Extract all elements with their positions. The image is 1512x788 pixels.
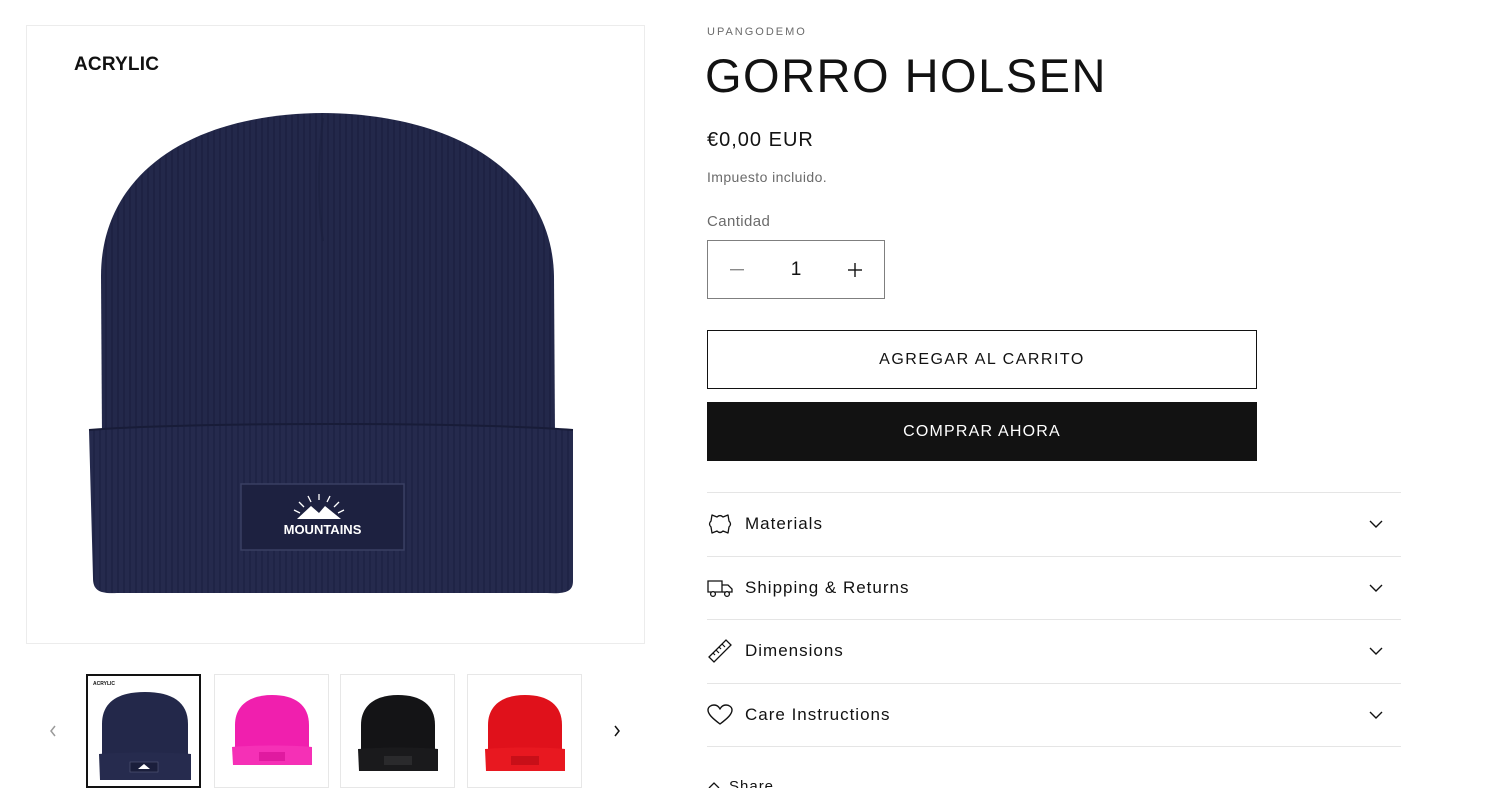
accordion-label: Dimensions <box>745 641 844 661</box>
product-accordion: Materials Shipping & Returns Dimensions … <box>707 492 1401 747</box>
share-label: Share <box>729 778 775 788</box>
buy-now-button[interactable]: COMPRAR AHORA <box>707 402 1257 461</box>
accordion-care[interactable]: Care Instructions <box>707 684 1401 747</box>
product-title: GORRO HOLSEN <box>705 49 1107 102</box>
share-button[interactable]: Share <box>707 778 774 788</box>
quantity-increase-button[interactable] <box>826 241 884 298</box>
tax-note: Impuesto incluido. <box>707 169 828 185</box>
accordion-label: Care Instructions <box>745 704 891 724</box>
accordion-dimensions[interactable]: Dimensions <box>707 620 1401 684</box>
chevron-down-icon <box>1369 584 1383 592</box>
chevron-right-icon <box>614 725 620 737</box>
heart-icon <box>707 702 733 728</box>
quantity-input[interactable] <box>766 241 826 298</box>
chevron-left-icon <box>50 725 56 737</box>
thumbnail-strip: ACRYLIC <box>86 674 596 788</box>
accordion-shipping[interactable]: Shipping & Returns <box>707 557 1401 620</box>
chevron-down-icon <box>1369 647 1383 656</box>
accordion-label: Shipping & Returns <box>745 577 910 597</box>
thumbnail-image <box>99 692 191 780</box>
patch-text: MOUNTAINS <box>284 522 362 537</box>
thumbnail-image <box>232 695 312 765</box>
accordion-label: Materials <box>745 514 823 534</box>
thumbnail-image <box>485 695 565 771</box>
add-to-cart-button[interactable]: AGREGAR AL CARRITO <box>707 330 1257 389</box>
truck-icon <box>707 575 733 601</box>
chevron-down-icon <box>1369 711 1383 719</box>
thumbnail-next-button[interactable] <box>602 716 632 746</box>
thumbnail-navy[interactable]: ACRYLIC <box>86 674 201 788</box>
thumbnail-prev-button[interactable] <box>38 716 68 746</box>
chevron-down-icon <box>1369 520 1383 529</box>
leather-icon <box>707 511 733 537</box>
quantity-decrease-button[interactable] <box>708 241 766 298</box>
thumbnail-black[interactable] <box>340 674 455 788</box>
thumbnail-image <box>358 695 438 771</box>
quantity-label: Cantidad <box>707 213 771 230</box>
thumbnail-pink[interactable] <box>214 674 329 788</box>
share-icon <box>708 781 720 788</box>
quantity-stepper <box>707 240 885 299</box>
accordion-materials[interactable]: Materials <box>707 493 1401 557</box>
product-price: €0,00 EUR <box>707 129 814 151</box>
ruler-icon <box>707 638 733 664</box>
product-vendor: UPANGODEMO <box>707 26 807 38</box>
main-product-image[interactable]: ACRYLIC MOUNTAINS <box>26 25 645 644</box>
plus-icon <box>848 262 862 277</box>
thumbnail-red[interactable] <box>467 674 582 788</box>
beanie-image: MOUNTAINS <box>88 113 574 594</box>
minus-icon <box>730 268 744 270</box>
